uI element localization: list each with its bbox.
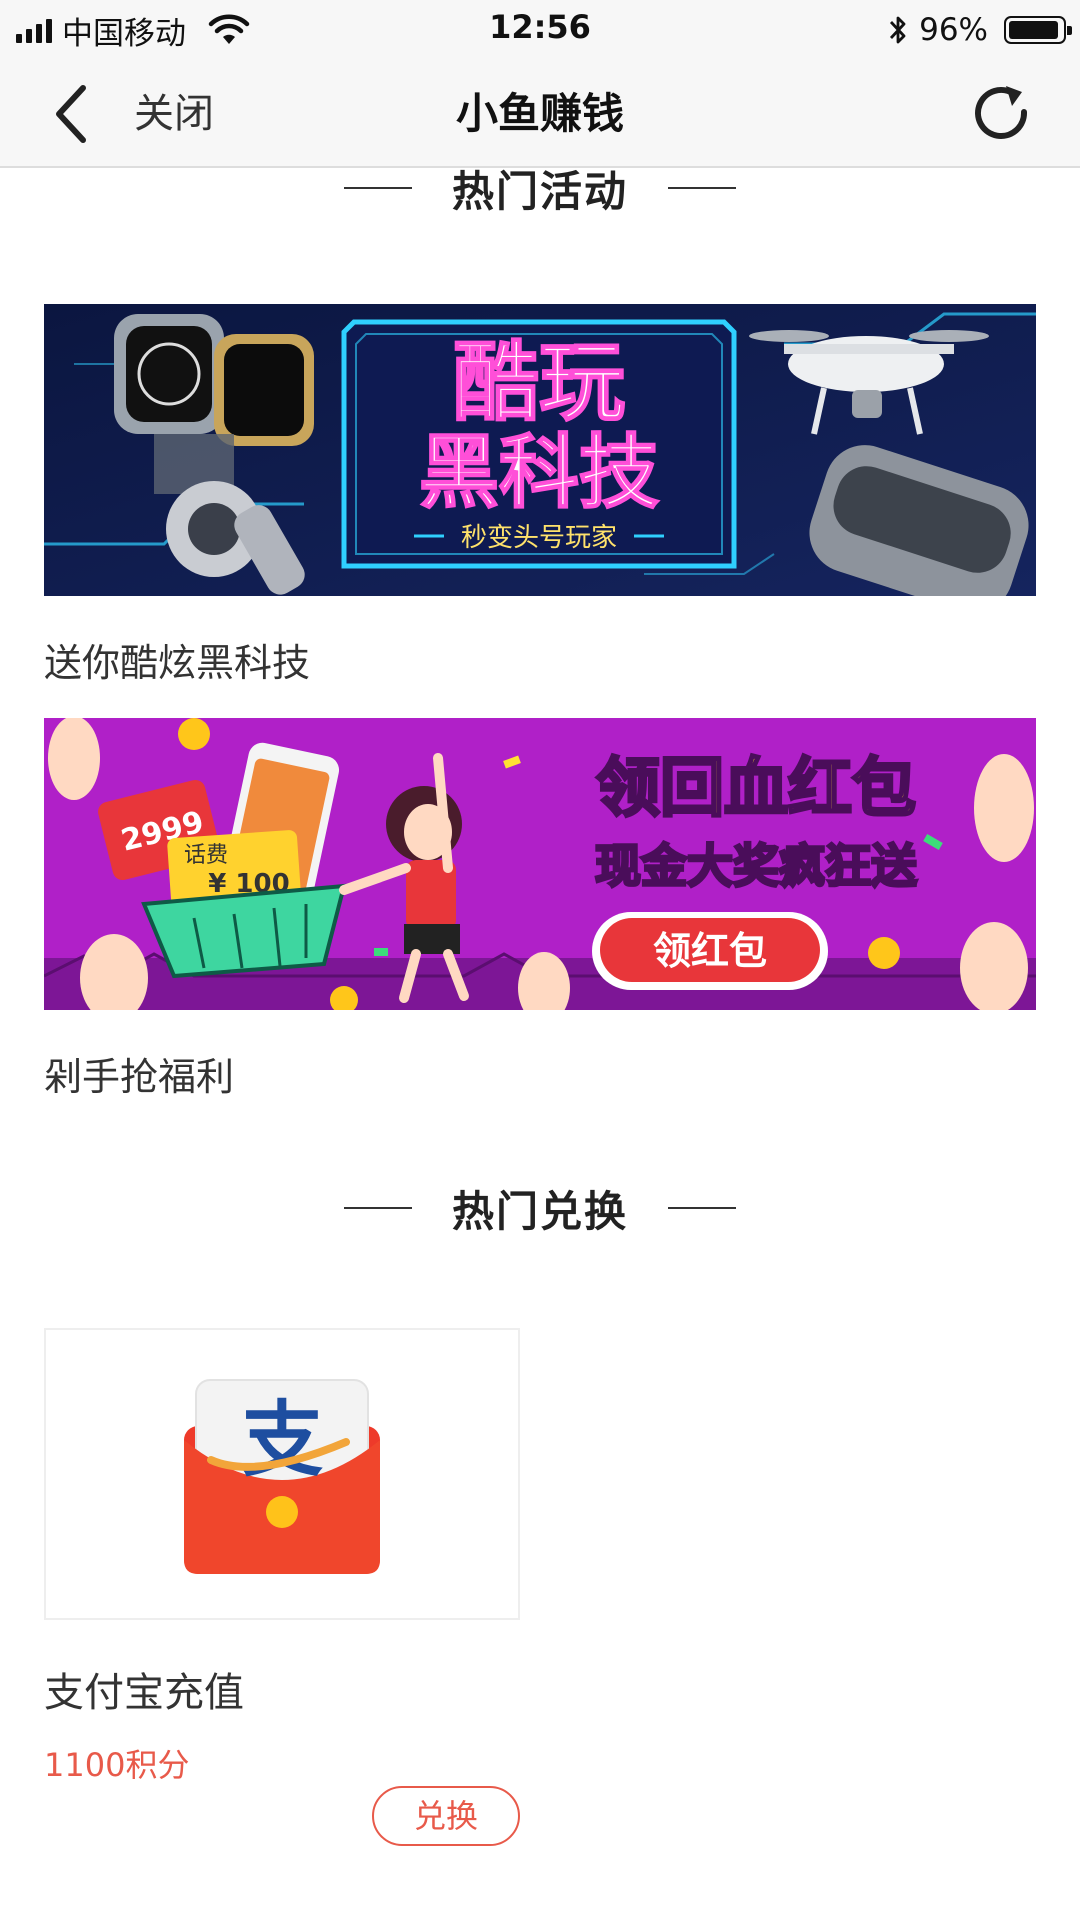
- refresh-icon: [975, 86, 1028, 139]
- status-right: 96%: [887, 10, 1072, 50]
- exchange-item-name: 支付宝充值: [44, 1670, 244, 1716]
- banner-red-envelope-art: 2999 话费 ¥ 100 领回血红包 现金大奖疯狂送 领红包: [44, 718, 1036, 1010]
- battery-icon: [1004, 16, 1072, 44]
- divider-line: [668, 187, 736, 189]
- back-button[interactable]: [36, 78, 106, 150]
- alipay-glyph: 支: [241, 1393, 323, 1488]
- divider-line: [343, 187, 412, 189]
- nav-bar: 关闭 小鱼赚钱: [0, 60, 1080, 168]
- banner-tech-subtitle: 秒变头号玩家: [461, 523, 617, 553]
- banner-tech-title-2: 黑科技: [419, 426, 659, 519]
- page: 中国移动 12:56 96% 关闭 小鱼赚钱 热门活动 酷玩 黑科技 秒变头号玩…: [0, 0, 1080, 1920]
- battery-nub: [1067, 26, 1072, 35]
- banner-tech-title-1: 酷玩: [453, 333, 625, 433]
- banner-grab-button-label: 领红包: [653, 929, 767, 973]
- exchange-item-image[interactable]: 支: [44, 1328, 520, 1620]
- banner-envelope-subtitle: 现金大奖疯狂送: [595, 839, 917, 893]
- voucher-label: 话费: [184, 843, 228, 868]
- banner-grab-button: 领红包: [592, 912, 828, 990]
- exchange-item-points: 1100积分: [44, 1746, 190, 1784]
- banner-caption-tech: 送你酷炫黑科技: [44, 641, 311, 685]
- alipay-red-envelope-icon: 支: [184, 1379, 380, 1574]
- banner-tech[interactable]: 酷玩 黑科技 秒变头号玩家: [44, 304, 1036, 596]
- close-button[interactable]: 关闭: [134, 82, 214, 146]
- battery-fill: [1009, 21, 1058, 39]
- banner-envelope-title: 领回血红包: [596, 752, 916, 826]
- divider-line: [668, 1207, 736, 1209]
- status-bar: 中国移动 12:56 96%: [0, 0, 1080, 60]
- shopping-cart-illustration: [141, 883, 347, 979]
- refresh-button[interactable]: [964, 76, 1040, 152]
- section-hot-activities: 热门活动: [0, 158, 1080, 218]
- section-title: 热门兑换: [451, 1186, 628, 1236]
- section-title: 热门活动: [451, 166, 628, 216]
- chevron-left-icon: [56, 85, 86, 143]
- banner-tech-art: 酷玩 黑科技 秒变头号玩家: [44, 304, 1036, 596]
- banner-caption-envelope: 剁手抢福利: [44, 1055, 235, 1099]
- battery-percent: 96%: [919, 12, 988, 48]
- divider-line: [343, 1207, 412, 1209]
- bluetooth-icon: [890, 16, 906, 44]
- banner-red-envelope[interactable]: 2999 话费 ¥ 100 领回血红包 现金大奖疯狂送 领红包: [44, 718, 1036, 1010]
- section-hot-exchange: 热门兑换: [0, 1178, 1080, 1238]
- exchange-button[interactable]: 兑换: [372, 1786, 520, 1846]
